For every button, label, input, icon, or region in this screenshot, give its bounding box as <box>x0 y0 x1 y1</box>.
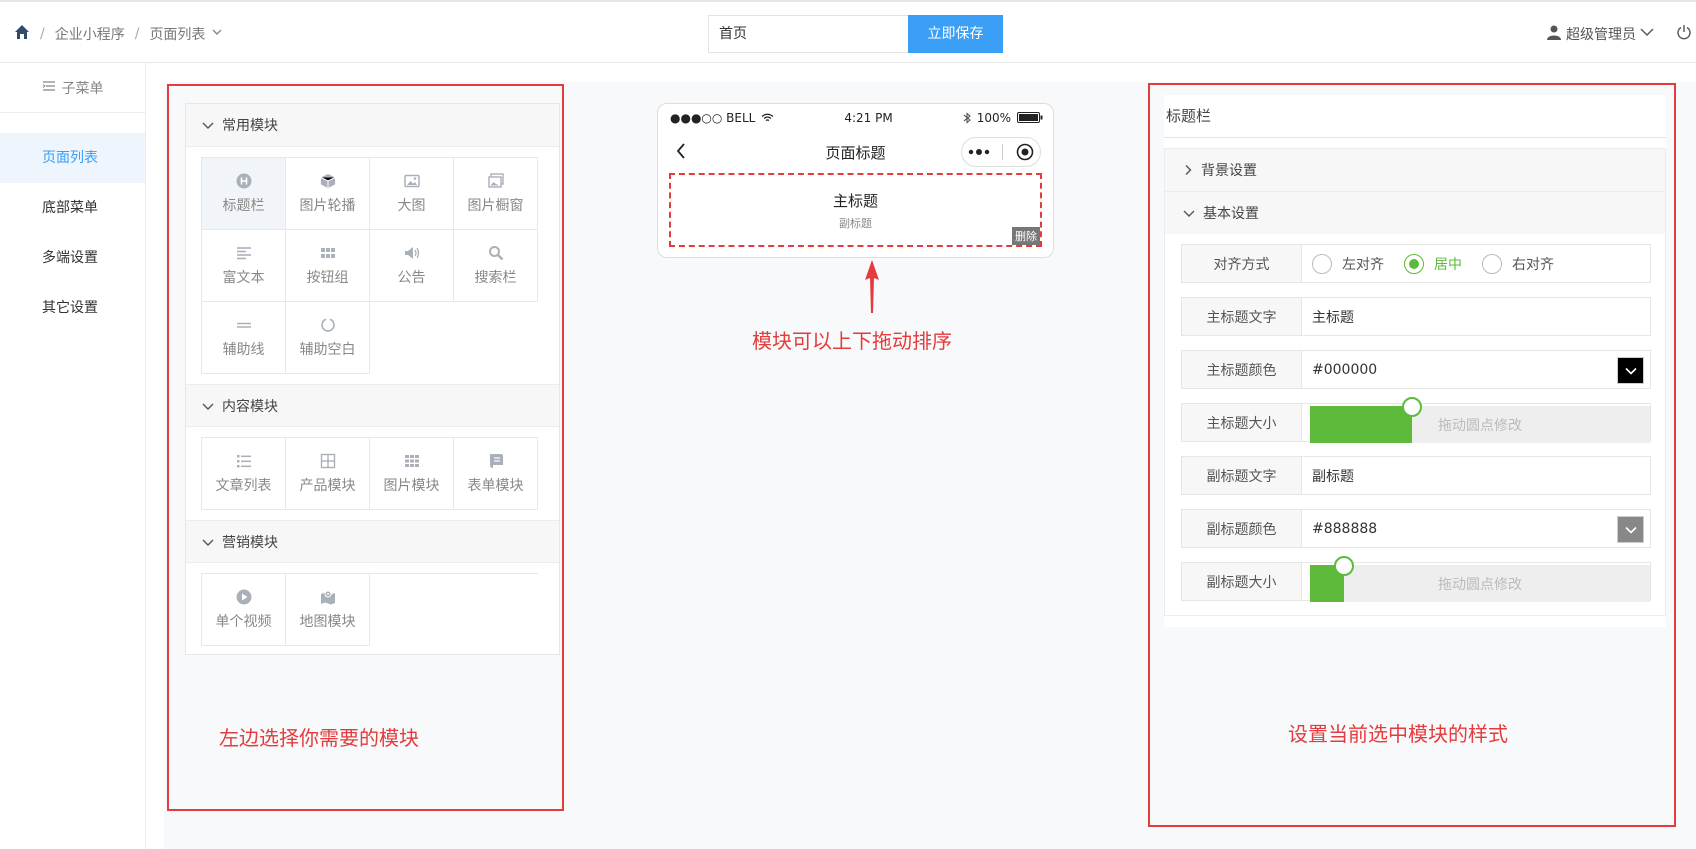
submenu-label: 子菜单 <box>61 80 104 97</box>
sidebar-item-bottom-menu[interactable]: 底部菜单 <box>0 183 145 233</box>
capsule-button[interactable] <box>961 137 1041 167</box>
submenu-header[interactable]: 子菜单 <box>0 63 145 113</box>
annotation-box-right <box>1148 83 1676 827</box>
breadcrumb-separator: / <box>40 26 45 42</box>
close-target-icon <box>1016 143 1034 161</box>
left-panel-note: 左边选择你需要的模块 <box>219 726 419 750</box>
sidebar-item-page-list[interactable]: 页面列表 <box>0 133 145 183</box>
user-name: 超级管理员 <box>1566 27 1636 43</box>
sidebar-item-other-settings[interactable]: 其它设置 <box>0 283 145 333</box>
sidebar: 子菜单 页面列表 底部菜单 多端设置 其它设置 <box>0 63 146 849</box>
top-bar: / 企业小程序 / 页面列表 首页 立即保存 超级管理员 <box>0 0 1696 63</box>
breadcrumb-item-mini-program[interactable]: 企业小程序 <box>55 24 125 44</box>
user-menu[interactable]: 超级管理员 <box>1546 24 1654 44</box>
carrier-text: ●●●○○ BELL <box>670 110 756 125</box>
annotation-box-left <box>167 84 564 811</box>
phone-page-title: 页面标题 <box>825 143 886 162</box>
arrow-up-icon <box>865 260 879 313</box>
battery-percent: 100% <box>976 110 1011 125</box>
submenu-icon <box>42 80 56 96</box>
chevron-down-icon <box>1640 26 1654 42</box>
home-icon[interactable] <box>14 24 30 44</box>
breadcrumb-item-page-list[interactable]: 页面列表 <box>149 24 205 44</box>
chevron-down-icon[interactable] <box>211 26 223 42</box>
power-icon[interactable] <box>1676 24 1692 40</box>
delete-module-button[interactable]: 删除 <box>1012 227 1040 245</box>
battery-icon <box>1017 112 1043 123</box>
status-bar: ●●●○○ BELL 4:21 PM 100% <box>658 104 1053 131</box>
right-panel-note: 设置当前选中模块的样式 <box>1288 722 1508 746</box>
more-dots-icon <box>968 149 990 155</box>
sidebar-item-multi-platform[interactable]: 多端设置 <box>0 233 145 283</box>
status-time: 4:21 PM <box>844 110 893 125</box>
module-sub-title: 副标题 <box>839 216 872 230</box>
user-icon <box>1546 24 1562 44</box>
back-icon[interactable] <box>676 143 686 163</box>
module-main-title: 主标题 <box>832 191 878 210</box>
wifi-icon <box>761 113 774 121</box>
breadcrumb-separator: / <box>134 26 140 42</box>
drag-sort-note: 模块可以上下拖动排序 <box>752 329 952 353</box>
title-bar-module-preview[interactable]: 主标题 副标题 删除 <box>669 173 1042 247</box>
phone-preview: ●●●○○ BELL 4:21 PM 100% 页面标题 主标题 副标题 删除 <box>657 103 1054 258</box>
breadcrumb: / 企业小程序 / 页面列表 <box>14 24 223 44</box>
phone-nav-bar: 页面标题 <box>658 131 1053 173</box>
bluetooth-icon <box>963 111 971 124</box>
page-title-input[interactable]: 首页 <box>708 15 909 53</box>
save-button[interactable]: 立即保存 <box>908 15 1003 53</box>
